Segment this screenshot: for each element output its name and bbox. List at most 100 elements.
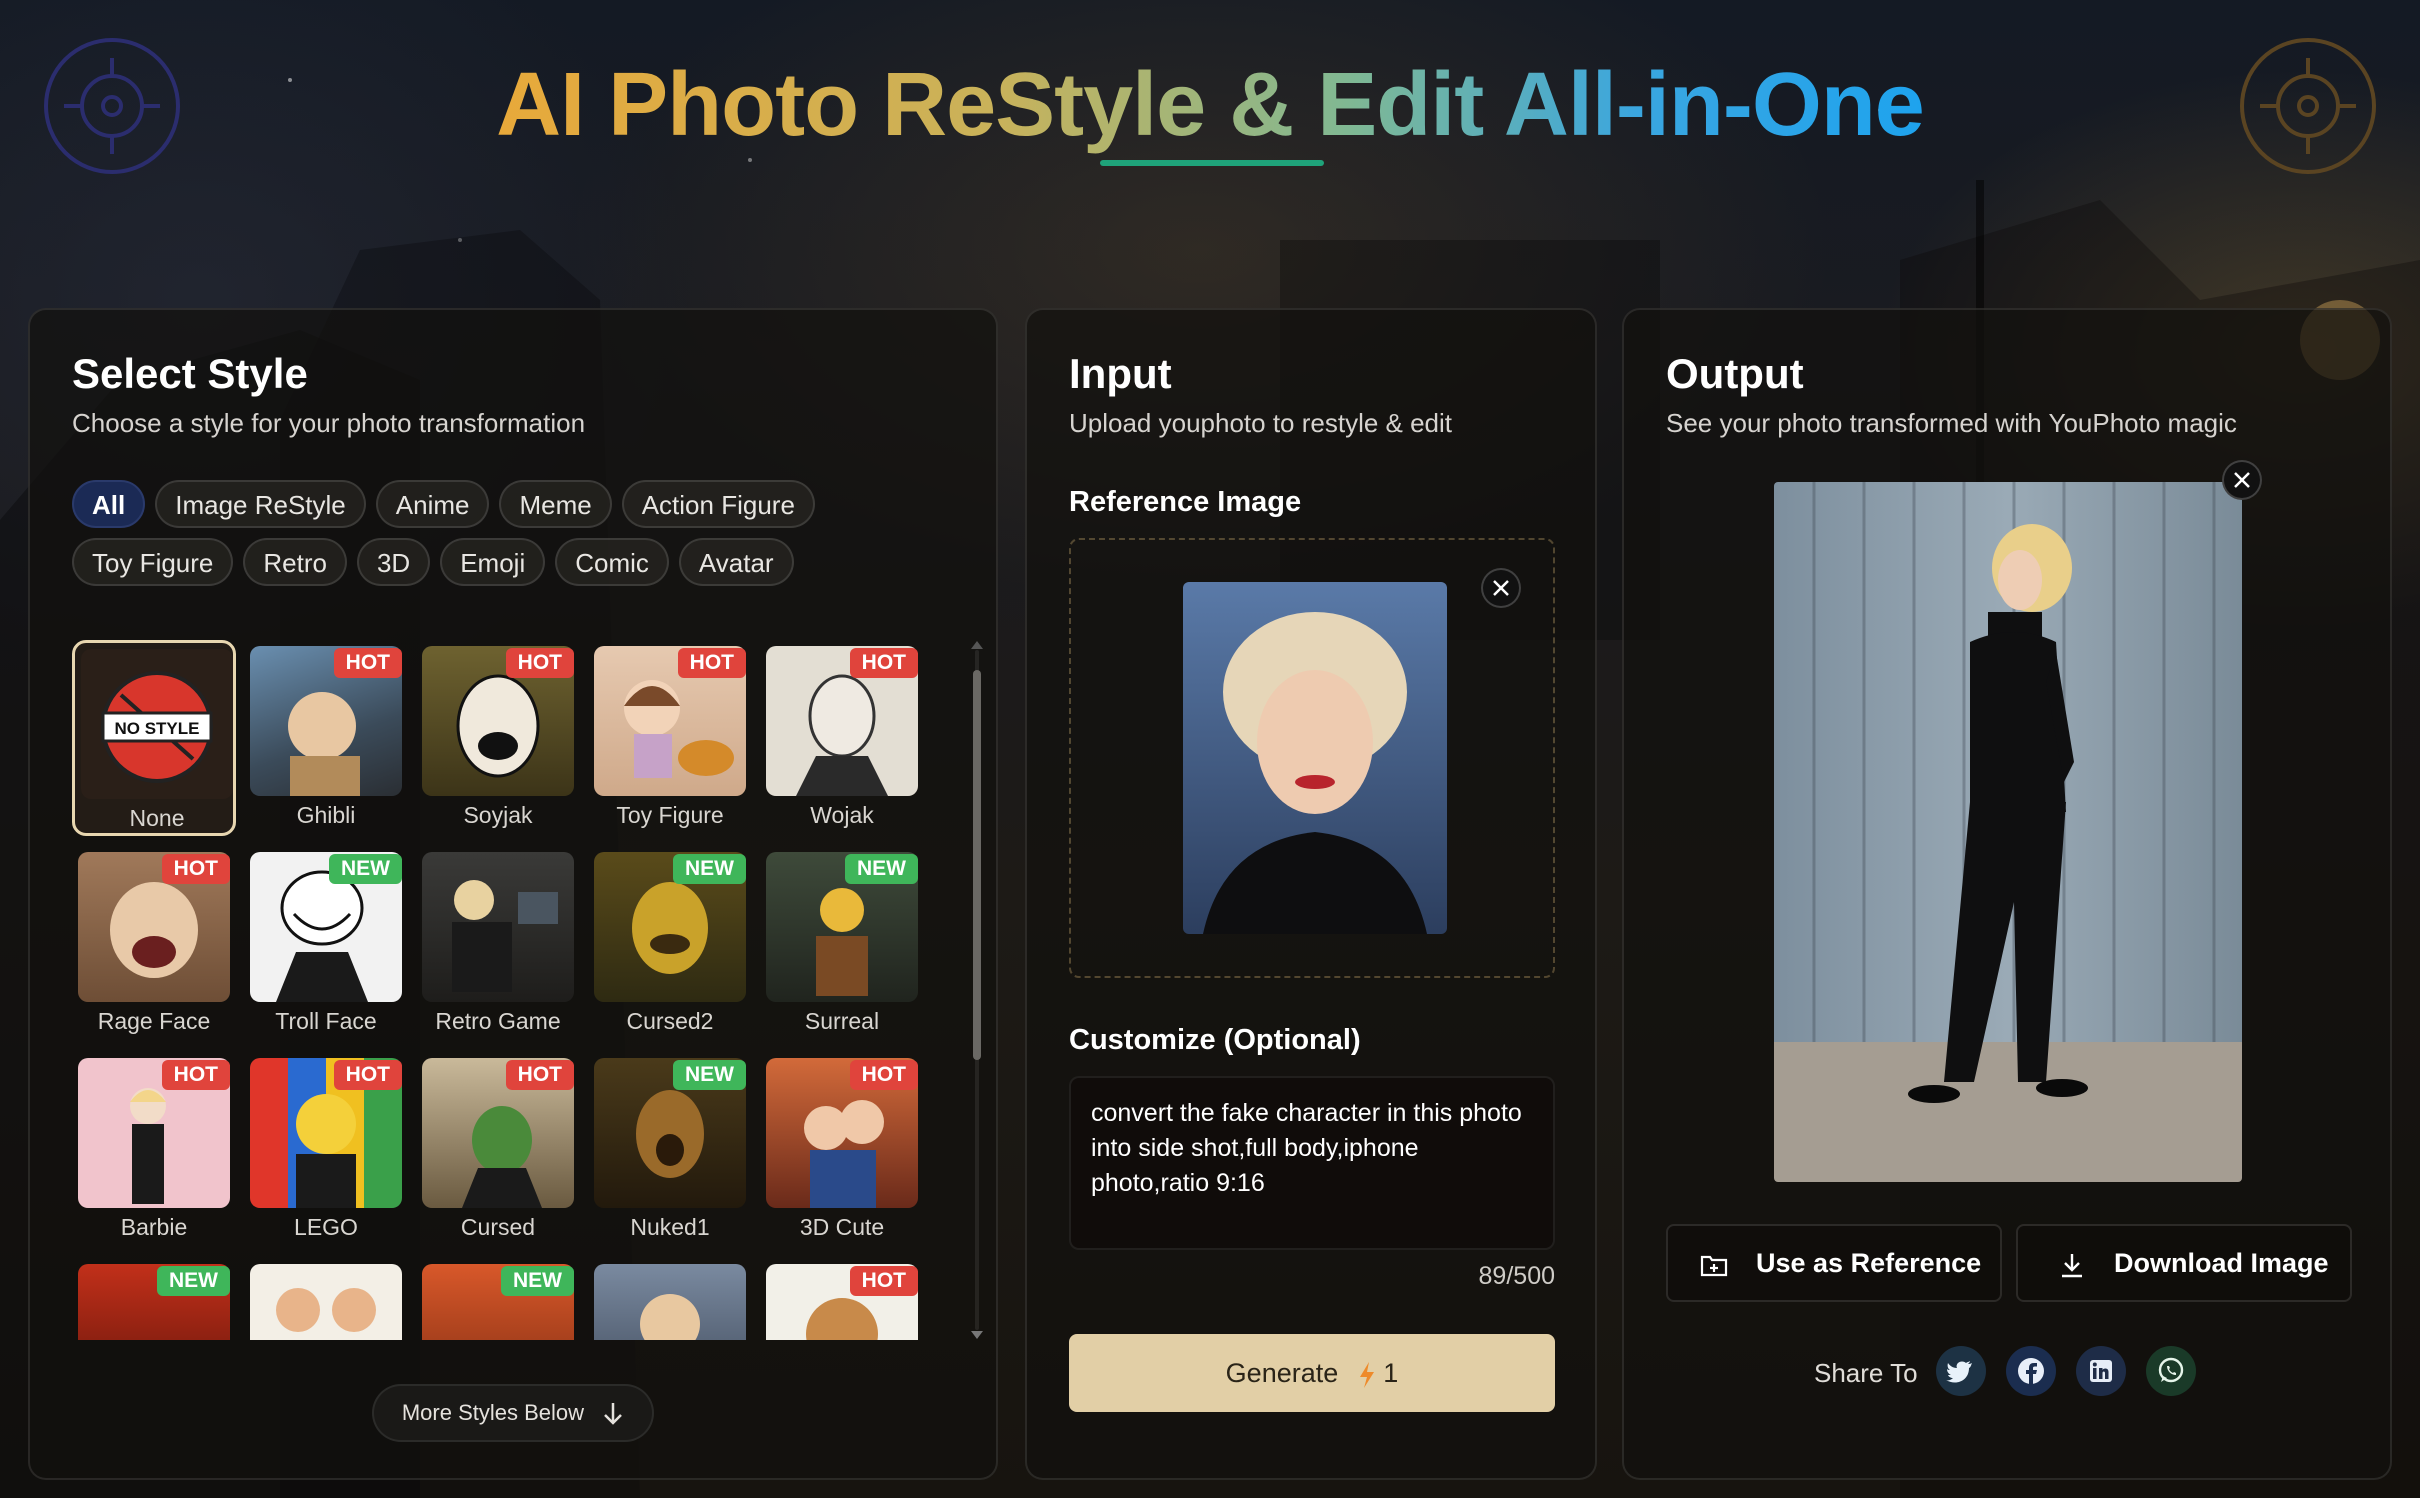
style-card-troll-face[interactable]: NEW Troll Face xyxy=(244,846,408,1042)
reference-image-label: Reference Image xyxy=(1069,486,1302,518)
download-icon xyxy=(2062,1253,2082,1278)
style-card-3d-cute[interactable]: HOT 3D Cute xyxy=(760,1052,924,1248)
title-underline xyxy=(1100,160,1324,166)
hot-badge: HOT xyxy=(677,648,746,678)
select-style-panel: Select Style Choose a style for your pho… xyxy=(28,308,998,1480)
more-styles-button[interactable]: More Styles Below xyxy=(372,1384,654,1442)
more-styles-label: More Styles Below xyxy=(401,1400,585,1425)
style-card-row4-5[interactable]: HOT xyxy=(760,1258,924,1340)
style-card-soyjak[interactable]: HOT Soyjak xyxy=(416,640,580,836)
generate-button[interactable]: Generate 1 xyxy=(1069,1334,1555,1412)
new-badge: NEW xyxy=(845,854,918,884)
hot-badge: HOT xyxy=(333,1060,402,1090)
style-card-none[interactable]: NO STYLE None xyxy=(72,640,236,836)
style-card-retro-game[interactable]: Retro Game xyxy=(416,846,580,1042)
style-card-ghibli[interactable]: HOT Ghibli xyxy=(244,640,408,836)
use-as-reference-button[interactable]: Use as Reference xyxy=(1666,1224,2002,1302)
panel-subtitle: Upload youphoto to restyle & edit xyxy=(1069,408,1453,438)
style-card-nuked1[interactable]: NEW Nuked1 xyxy=(588,1052,752,1248)
style-card-label: Retro Game xyxy=(435,1008,561,1034)
style-card-cursed2[interactable]: NEW Cursed2 xyxy=(588,846,752,1042)
hot-badge: HOT xyxy=(505,648,574,678)
style-card-row4-3[interactable]: NEW xyxy=(416,1258,580,1340)
style-grid-scrollbar[interactable] xyxy=(970,640,984,1340)
style-card-label: Surreal xyxy=(804,1008,880,1034)
style-card-lego[interactable]: HOT LEGO xyxy=(244,1052,408,1248)
style-card-label: Soyjak xyxy=(463,802,533,828)
style-card-toy-figure[interactable]: HOT Toy Figure xyxy=(588,640,752,836)
new-badge: NEW xyxy=(673,1060,746,1090)
filter-chip-image-restyle[interactable]: Image ReStyle xyxy=(155,480,366,528)
prompt-textarea[interactable]: convert the fake character in this photo… xyxy=(1069,1076,1555,1250)
style-card-cursed[interactable]: HOT Cursed xyxy=(416,1052,580,1248)
reference-image xyxy=(1183,582,1447,934)
style-card-rage-face[interactable]: HOT Rage Face xyxy=(72,846,236,1042)
style-card-label: Wojak xyxy=(810,802,874,828)
hot-badge: HOT xyxy=(333,648,402,678)
style-card-label: 3D Cute xyxy=(799,1214,885,1240)
filter-chip-action-figure[interactable]: Action Figure xyxy=(621,480,815,528)
filter-chip-retro[interactable]: Retro xyxy=(243,538,347,586)
whatsapp-icon[interactable] xyxy=(2146,1346,2196,1396)
page-title: AI Photo ReStyle & Edit All-in-One xyxy=(496,50,1925,160)
style-card-label: Barbie xyxy=(120,1214,188,1240)
output-image xyxy=(1774,482,2242,1182)
style-card-label: Ghibli xyxy=(296,802,356,828)
hot-badge: HOT xyxy=(161,1060,230,1090)
panel-title: Input xyxy=(1069,350,1172,397)
filter-chip-anime[interactable]: Anime xyxy=(375,480,490,528)
filter-chip-3d[interactable]: 3D xyxy=(356,538,431,586)
panel-title: Output xyxy=(1666,350,1804,397)
style-thumbnail xyxy=(250,1264,402,1340)
generate-cost: 1 xyxy=(1383,1358,1399,1388)
new-badge: NEW xyxy=(329,854,402,884)
style-card-label: LEGO xyxy=(294,1214,358,1240)
facebook-icon[interactable] xyxy=(2006,1346,2056,1396)
download-image-button[interactable]: Download Image xyxy=(2016,1224,2352,1302)
character-counter: 89/500 xyxy=(1478,1262,1555,1290)
panel-title: Select Style xyxy=(72,350,308,397)
style-filter-chips: All Image ReStyle Anime Meme Action Figure T… xyxy=(72,480,952,596)
style-card-label: Toy Figure xyxy=(616,802,724,828)
hot-badge: HOT xyxy=(849,648,918,678)
new-badge: NEW xyxy=(157,1266,230,1296)
use-as-reference-label: Use as Reference xyxy=(1756,1248,1982,1278)
customize-label: Customize (Optional) xyxy=(1069,1024,1361,1056)
panel-subtitle: Choose a style for your photo transforma… xyxy=(72,408,586,438)
reference-upload-area[interactable] xyxy=(1069,538,1555,978)
style-card-label: Rage Face xyxy=(97,1008,211,1034)
style-card-label: None xyxy=(129,805,185,831)
style-card-row4-4[interactable] xyxy=(588,1258,752,1340)
filter-chip-meme[interactable]: Meme xyxy=(499,480,612,528)
filter-chip-toy-figure[interactable]: Toy Figure xyxy=(72,538,234,586)
hot-badge: HOT xyxy=(849,1266,918,1296)
scroll-up-arrow-icon[interactable] xyxy=(970,640,984,650)
filter-chip-avatar[interactable]: Avatar xyxy=(678,538,794,586)
style-card-label: Cursed2 xyxy=(626,1008,714,1034)
style-card-label: Nuked1 xyxy=(630,1214,710,1240)
scroll-down-arrow-icon[interactable] xyxy=(970,1330,984,1340)
style-card-surreal[interactable]: NEW Surreal xyxy=(760,846,924,1042)
scroll-thumb[interactable] xyxy=(973,670,981,1060)
style-thumbnail xyxy=(422,852,574,1002)
style-card-barbie[interactable]: HOT Barbie xyxy=(72,1052,236,1248)
style-grid: NO STYLE None HOT Ghibli HOT Soyjak HOT … xyxy=(72,640,952,1340)
close-icon xyxy=(1493,580,1509,596)
clear-output-button[interactable] xyxy=(2222,460,2262,500)
folder-plus-icon xyxy=(1700,1255,1728,1276)
style-card-row4-2[interactable] xyxy=(244,1258,408,1340)
hot-badge: HOT xyxy=(161,854,230,884)
linkedin-icon[interactable] xyxy=(2076,1346,2126,1396)
filter-chip-comic[interactable]: Comic xyxy=(555,538,669,586)
lightning-icon xyxy=(1359,1361,1374,1388)
style-thumbnail: NO STYLE xyxy=(81,649,233,799)
filter-chip-emoji[interactable]: Emoji xyxy=(440,538,546,586)
header: AI Photo ReStyle & Edit All-in-One xyxy=(0,50,2420,160)
style-card-wojak[interactable]: HOT Wojak xyxy=(760,640,924,836)
remove-reference-button[interactable] xyxy=(1481,568,1521,608)
twitter-icon[interactable] xyxy=(1936,1346,1986,1396)
filter-chip-all[interactable]: All xyxy=(72,480,146,528)
style-card-row4-1[interactable]: NEW xyxy=(72,1258,236,1340)
hot-badge: HOT xyxy=(505,1060,574,1090)
arrow-down-icon xyxy=(604,1403,623,1425)
